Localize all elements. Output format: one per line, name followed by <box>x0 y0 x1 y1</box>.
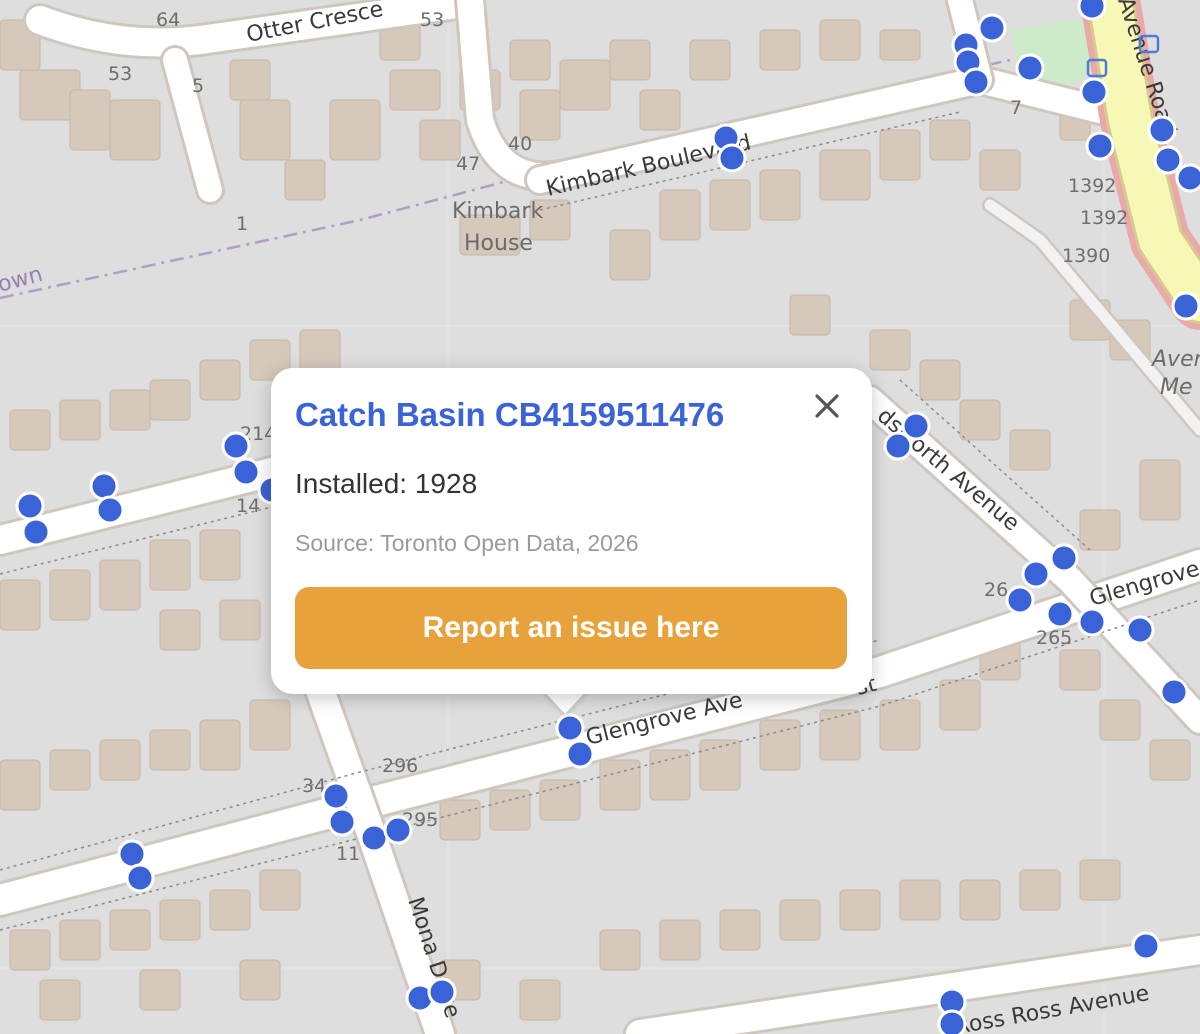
popup-title: Catch Basin CB4159511476 <box>295 396 725 433</box>
house-number: 265 <box>1036 627 1072 649</box>
installed-year-text: Installed: 1928 <box>295 468 478 499</box>
catch-basin-point-icon[interactable] <box>89 471 119 501</box>
house-number: 11 <box>336 843 360 865</box>
catch-basin-point-icon[interactable] <box>1015 53 1045 83</box>
catch-basin-point-icon[interactable] <box>1079 77 1109 107</box>
catch-basin-point-icon[interactable] <box>1085 131 1115 161</box>
catch-basin-point-icon[interactable] <box>1175 163 1200 193</box>
report-issue-button[interactable]: Report an issue here <box>295 587 847 669</box>
catch-basin-point-icon[interactable] <box>117 839 147 869</box>
catch-basin-point-icon[interactable] <box>1131 931 1161 961</box>
house-number: 53 <box>108 63 132 85</box>
catch-basin-point-icon[interactable] <box>321 781 351 811</box>
catch-basin-point-icon[interactable] <box>427 977 457 1007</box>
house-number: 5 <box>192 75 204 97</box>
catch-basin-point-icon[interactable] <box>1147 115 1177 145</box>
catch-basin-point-icon[interactable] <box>221 431 251 461</box>
catch-basin-point-icon[interactable] <box>383 815 413 845</box>
catch-basin-point-icon[interactable] <box>1077 607 1107 637</box>
house-number: 1 <box>236 213 248 235</box>
catch-basin-point-icon[interactable] <box>1171 291 1200 321</box>
house-number: 53 <box>420 9 444 31</box>
catch-basin-point-icon[interactable] <box>1153 145 1183 175</box>
catch-basin-point-icon[interactable] <box>1159 677 1189 707</box>
catch-basin-point-icon[interactable] <box>15 491 45 521</box>
house-number: 40 <box>508 133 532 155</box>
house-number: 64 <box>156 9 180 31</box>
catch-basin-point-icon[interactable] <box>1005 585 1035 615</box>
catch-basin-point-icon[interactable] <box>901 411 931 441</box>
label-kimbark-house-line1: Kimbark <box>452 199 543 224</box>
close-icon[interactable] <box>809 388 845 424</box>
catch-basin-point-icon[interactable] <box>717 143 747 173</box>
catch-basin-point-icon[interactable] <box>327 807 357 837</box>
house-number: 1392 <box>1080 207 1128 229</box>
catch-basin-point-icon[interactable] <box>1045 599 1075 629</box>
catch-basin-point-icon[interactable] <box>21 517 51 547</box>
house-number: 1392 <box>1068 175 1116 197</box>
catch-basin-point-icon[interactable] <box>937 1009 967 1034</box>
house-number: 26 <box>984 579 1008 601</box>
catch-basin-point-icon[interactable] <box>1125 615 1155 645</box>
catch-basin-point-icon[interactable] <box>1021 559 1051 589</box>
catch-basin-point-icon[interactable] <box>231 457 261 487</box>
label-side-fragment-1: Aven <box>1150 347 1200 372</box>
catch-basin-point-icon[interactable] <box>565 739 595 769</box>
label-kimbark-house-line2: House <box>464 231 533 256</box>
house-number: 1390 <box>1062 245 1110 267</box>
catch-basin-point-icon[interactable] <box>1049 543 1079 573</box>
house-number: 14 <box>236 495 260 517</box>
house-number: 296 <box>382 755 418 777</box>
catch-basin-point-icon[interactable] <box>359 823 389 853</box>
label-side-fragment-2: Me <box>1160 375 1193 400</box>
catch-basin-point-icon[interactable] <box>125 863 155 893</box>
catch-basin-point-icon[interactable] <box>1077 0 1107 21</box>
catch-basin-point-icon[interactable] <box>95 495 125 525</box>
source-text: Source: Toronto Open Data, 2026 <box>295 530 639 556</box>
house-number: 47 <box>456 153 480 175</box>
catch-basin-point-icon[interactable] <box>961 67 991 97</box>
catch-basin-point-icon[interactable] <box>555 713 585 743</box>
house-number: 7 <box>1010 97 1022 119</box>
catch-basin-popup: Catch Basin CB4159511476 Installed: 1928… <box>271 368 872 694</box>
catch-basin-point-icon[interactable] <box>977 13 1007 43</box>
